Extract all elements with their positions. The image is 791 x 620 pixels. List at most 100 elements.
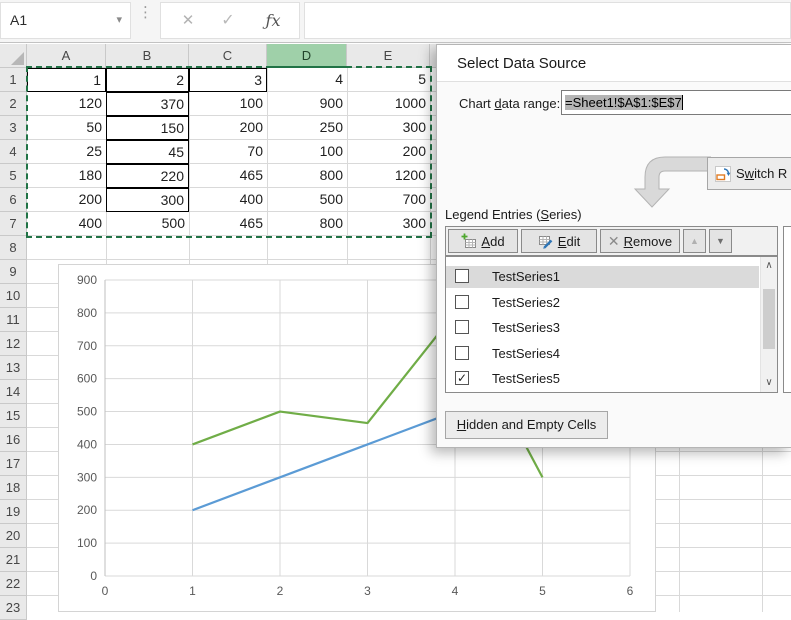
cell-C5[interactable]: 465 (189, 164, 267, 188)
legend-entries-label: Legend Entries (Series) (445, 207, 582, 222)
series-checkbox[interactable] (455, 346, 469, 360)
row-header-5[interactable]: 5 (0, 164, 27, 188)
column-header-B[interactable]: B (106, 44, 189, 68)
cell-C4[interactable]: 70 (189, 140, 267, 164)
row-header-10[interactable]: 10 (0, 284, 27, 308)
row-header-9[interactable]: 9 (0, 260, 27, 284)
series-checkbox[interactable] (455, 295, 469, 309)
cell-A7[interactable]: 400 (27, 212, 106, 236)
cell-A4[interactable]: 25 (27, 140, 106, 164)
row-header-1[interactable]: 1 (0, 68, 27, 92)
cell-B1[interactable]: 2 (106, 68, 189, 92)
listbox-scrollbar[interactable]: ∧ ∨ (760, 257, 777, 392)
cell-D2[interactable]: 900 (267, 92, 347, 116)
hidden-and-empty-cells-button[interactable]: Hidden and Empty Cells (445, 411, 608, 439)
cell-C1[interactable]: 3 (189, 68, 267, 92)
cell-B3[interactable]: 150 (106, 116, 189, 140)
cell-E2[interactable]: 1000 (347, 92, 430, 116)
name-box-dropdown-icon[interactable]: ▾ (116, 3, 122, 38)
cell-C7[interactable]: 465 (189, 212, 267, 236)
cell-A2[interactable]: 120 (27, 92, 106, 116)
row-header-17[interactable]: 17 (0, 452, 27, 476)
row-header-8[interactable]: 8 (0, 236, 27, 260)
row-header-4[interactable]: 4 (0, 140, 27, 164)
dialog-titlebar[interactable]: Select Data Source (437, 45, 791, 82)
row-header-18[interactable]: 18 (0, 476, 27, 500)
cell-D3[interactable]: 250 (267, 116, 347, 140)
cell-C6[interactable]: 400 (189, 188, 267, 212)
formula-bar[interactable] (304, 2, 791, 39)
row-header-19[interactable]: 19 (0, 500, 27, 524)
cell-D1[interactable]: 4 (267, 68, 347, 92)
row-header-14[interactable]: 14 (0, 380, 27, 404)
column-header-C[interactable]: C (189, 44, 267, 68)
cell-D4[interactable]: 100 (267, 140, 347, 164)
series-checkbox[interactable] (455, 269, 469, 283)
cell-A6[interactable]: 200 (27, 188, 106, 212)
cancel-icon[interactable]: ✕ (176, 3, 200, 38)
cell-B6[interactable]: 300 (106, 188, 189, 212)
series-row-TestSeries4[interactable]: TestSeries4 (446, 343, 759, 365)
row-header-23[interactable]: 23 (0, 596, 27, 620)
cell-E4[interactable]: 200 (347, 140, 430, 164)
series-row-TestSeries2[interactable]: TestSeries2 (446, 292, 759, 314)
column-header-E[interactable]: E (347, 44, 430, 68)
column-header-D[interactable]: D (267, 44, 347, 68)
svg-text:5: 5 (539, 584, 546, 598)
cell-A1[interactable]: 1 (27, 68, 106, 92)
cell-B4[interactable]: 45 (106, 140, 189, 164)
svg-text:400: 400 (77, 437, 97, 451)
row-header-3[interactable]: 3 (0, 116, 27, 140)
scrollbar-thumb[interactable] (763, 289, 775, 349)
chart-data-range-input[interactable]: =Sheet1!$A$1:$E$7 (561, 90, 791, 115)
cell-C3[interactable]: 200 (189, 116, 267, 140)
cell-A3[interactable]: 50 (27, 116, 106, 140)
name-box[interactable]: A1 ▾ (0, 2, 131, 39)
cell-B7[interactable]: 500 (106, 212, 189, 236)
cell-B2[interactable]: 370 (106, 92, 189, 116)
add-table-icon (461, 233, 477, 249)
series-row-TestSeries1[interactable]: TestSeries1 (446, 266, 759, 288)
switch-row-column-button[interactable]: Switch R (707, 157, 791, 190)
row-header-6[interactable]: 6 (0, 188, 27, 212)
row-header-21[interactable]: 21 (0, 548, 27, 572)
cell-D7[interactable]: 800 (267, 212, 347, 236)
row-header-22[interactable]: 22 (0, 572, 27, 596)
cell-D6[interactable]: 500 (267, 188, 347, 212)
insert-function-icon[interactable]: ƒx (261, 3, 285, 38)
select-all-corner[interactable] (0, 44, 27, 68)
row-header-15[interactable]: 15 (0, 404, 27, 428)
move-series-down-button[interactable]: ▼ (709, 229, 732, 253)
svg-text:1: 1 (189, 584, 196, 598)
cell-C2[interactable]: 100 (189, 92, 267, 116)
move-series-up-button[interactable]: ▲ (683, 229, 706, 253)
series-checkbox[interactable] (455, 320, 469, 334)
column-header-A[interactable]: A (27, 44, 106, 68)
row-header-7[interactable]: 7 (0, 212, 27, 236)
cell-E1[interactable]: 5 (347, 68, 430, 92)
series-row-TestSeries3[interactable]: TestSeries3 (446, 317, 759, 339)
scroll-up-icon[interactable]: ∧ (761, 258, 777, 274)
row-header-13[interactable]: 13 (0, 356, 27, 380)
add-series-button[interactable]: Add (448, 229, 518, 253)
cell-E3[interactable]: 300 (347, 116, 430, 140)
cell-E6[interactable]: 700 (347, 188, 430, 212)
row-header-11[interactable]: 11 (0, 308, 27, 332)
remove-series-button[interactable]: ✕ Remove (600, 229, 680, 253)
row-header-16[interactable]: 16 (0, 428, 27, 452)
cell-E5[interactable]: 1200 (347, 164, 430, 188)
confirm-icon[interactable]: ✓ (216, 3, 240, 38)
row-header-2[interactable]: 2 (0, 92, 27, 116)
series-checkbox[interactable]: ✓ (455, 371, 469, 385)
cell-D5[interactable]: 800 (267, 164, 347, 188)
edit-series-button[interactable]: Edit (521, 229, 597, 253)
series-label: TestSeries2 (492, 292, 560, 314)
row-header-20[interactable]: 20 (0, 524, 27, 548)
series-row-TestSeries5[interactable]: ✓TestSeries5 (446, 368, 759, 390)
row-header-12[interactable]: 12 (0, 332, 27, 356)
scroll-down-icon[interactable]: ∨ (761, 375, 777, 391)
cell-E7[interactable]: 300 (347, 212, 430, 236)
cell-B5[interactable]: 220 (106, 164, 189, 188)
cell-A5[interactable]: 180 (27, 164, 106, 188)
svg-text:700: 700 (77, 339, 97, 353)
